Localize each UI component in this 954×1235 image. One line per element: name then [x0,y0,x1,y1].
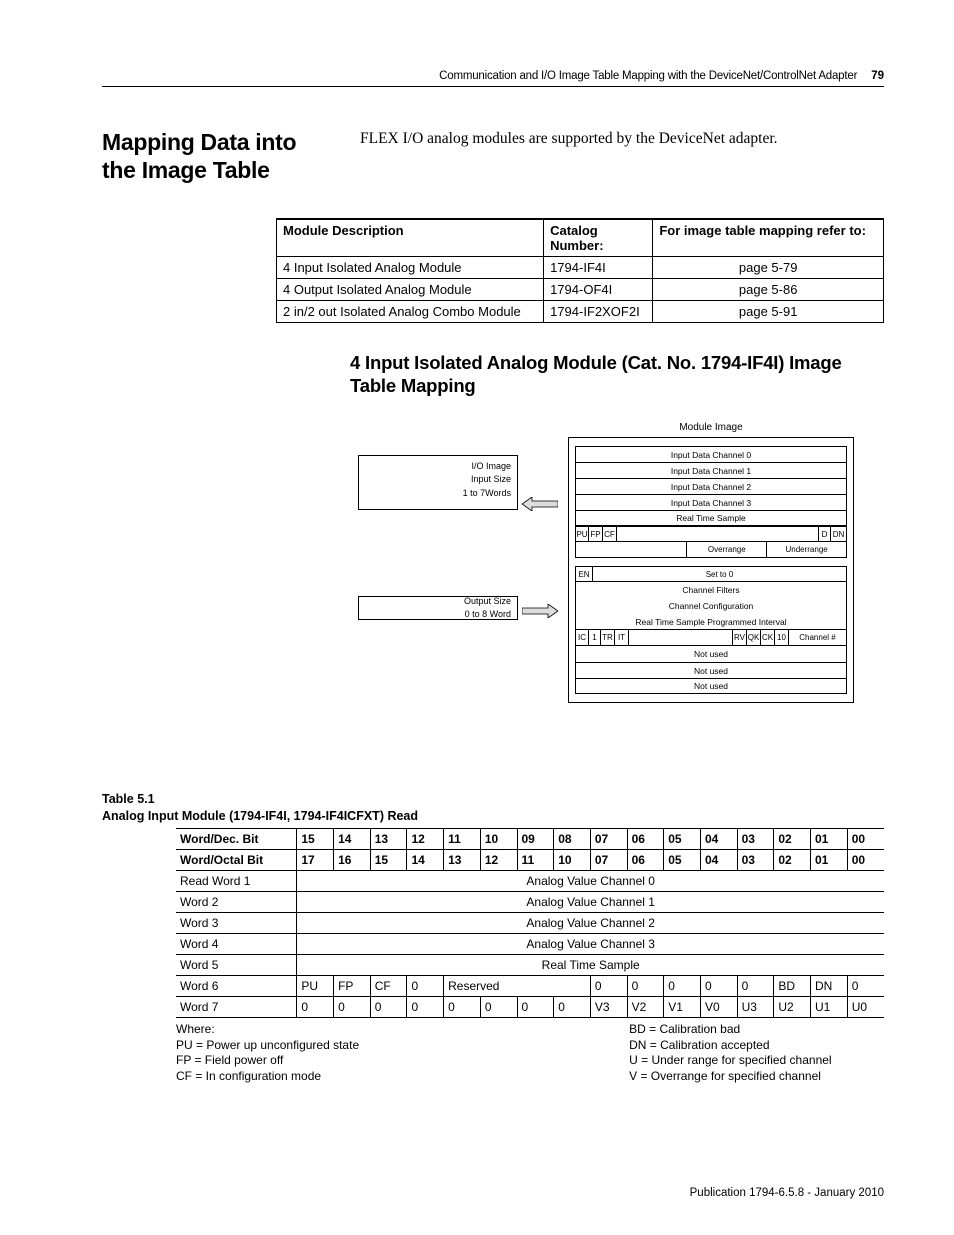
io-image-box: I/O Image Input Size 1 to 7Words [358,455,518,510]
intro-text: FLEX I/O analog modules are supported by… [360,129,778,184]
table-row: Word 6PUFPCF0Reserved00000BDDN0 [176,975,884,996]
mi-row-en: EN Set to 0 [575,566,847,582]
output-size-box: Output Size 0 to 8 Word [358,596,518,620]
mi-cell: Real Time Sample Programmed Interval [575,614,847,630]
mi-cell: Input Data Channel 2 [575,478,847,494]
module-image-stack: Input Data Channel 0Input Data Channel 1… [568,437,854,703]
module-image-diagram: Module Image I/O Image Input Size 1 to 7… [358,437,856,747]
col-refer-to: For image table mapping refer to: [653,219,884,257]
mi-row-bits: PU FP CF D DN [575,526,847,542]
mi-cell: Input Data Channel 3 [575,494,847,510]
mi-cell: Channel Filters [575,582,847,598]
subsection-heading: 4 Input Isolated Analog Module (Cat. No.… [350,351,884,397]
catalog-table: Module Description Catalog Number: For i… [276,218,884,323]
table-row: Word 700000000V3V2V1V0U3U2U1U0 [176,996,884,1017]
table-row: 2 in/2 out Isolated Analog Combo Module1… [277,301,884,323]
col-catalog-number: Catalog Number: [544,219,653,257]
running-header: Communication and I/O Image Table Mappin… [102,70,884,87]
page-number: 79 [871,70,884,82]
mi-cell: Input Data Channel 1 [575,462,847,478]
mi-cell: Real Time Sample [575,510,847,526]
table-5-1: Word/Dec. Bit151413121110090807060504030… [176,828,884,1018]
table-row: Read Word 1Analog Value Channel 0 [176,870,884,891]
table-row: 4 Input Isolated Analog Module1794-IF4Ip… [277,257,884,279]
arrow-left-icon [522,497,558,511]
where-legend: Where:PU = Power up unconfigured stateFP… [176,1022,884,1084]
mi-cell: Input Data Channel 0 [575,446,847,462]
mi-cell: Channel Configuration [575,598,847,614]
col-module-description: Module Description [277,219,544,257]
table-row: Word 2Analog Value Channel 1 [176,891,884,912]
table-row: 4 Output Isolated Analog Module1794-OF4I… [277,279,884,301]
arrow-right-icon [522,604,558,618]
mi-row-ic: IC 1 TR IT RV QK CK 10 Channel # [575,630,847,646]
table-row: Word 4Analog Value Channel 3 [176,933,884,954]
section-heading: Mapping Data into the Image Table [102,129,322,184]
table-5-1-caption: Table 5.1 Analog Input Module (1794-IF4I… [102,791,884,824]
chapter-title: Communication and I/O Image Table Mappin… [439,70,857,82]
mi-row-over-under: Overrange Underrange [575,542,847,558]
table-row: Word 5Real Time Sample [176,954,884,975]
publication-footer: Publication 1794-6.5.8 - January 2010 [690,1187,884,1199]
table-row: Word 3Analog Value Channel 2 [176,912,884,933]
module-image-title: Module Image [568,422,854,433]
